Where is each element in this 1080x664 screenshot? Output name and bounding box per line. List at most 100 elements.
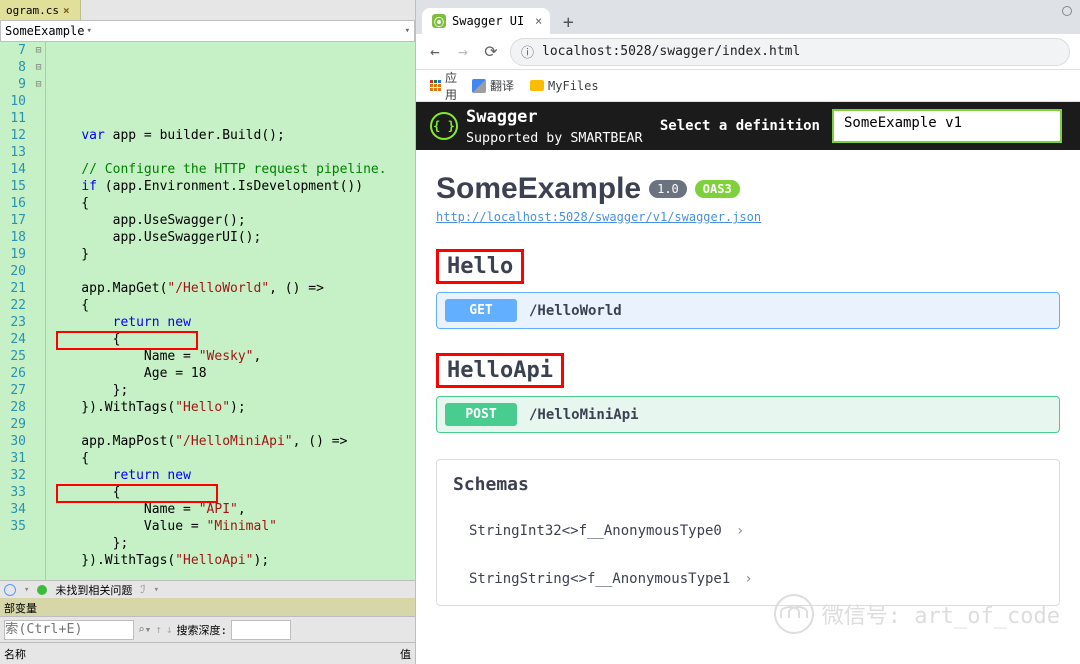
swagger-body: SomeExample 1.0 OAS3 http://localhost:50… xyxy=(416,150,1080,664)
bookmark-myfiles[interactable]: MyFiles xyxy=(530,79,599,93)
dropdown-arrow-icon[interactable]: ▾ xyxy=(154,585,159,595)
code-line[interactable]: return new xyxy=(50,467,415,484)
vs-depth-input[interactable] xyxy=(231,620,291,640)
line-number: 13 xyxy=(0,144,26,161)
code-line[interactable]: if (app.Environment.IsDevelopment()) xyxy=(50,178,415,195)
line-number: 24 xyxy=(0,331,26,348)
browser-tab[interactable]: ⦿ Swagger UI × xyxy=(422,8,550,34)
line-number: 8 xyxy=(0,59,26,76)
schemas-section[interactable]: Schemas StringInt32<>f__AnonymousType0 ›… xyxy=(436,459,1060,606)
chevron-down-icon[interactable]: ▾ xyxy=(405,26,410,36)
browser-tabstrip: ⦿ Swagger UI × + xyxy=(416,0,1080,34)
line-number: 25 xyxy=(0,348,26,365)
nav-back-button[interactable]: ← xyxy=(426,43,444,61)
code-line[interactable]: return new xyxy=(50,314,415,331)
line-number: 10 xyxy=(0,93,26,110)
close-tab-icon[interactable]: × xyxy=(63,4,70,17)
swagger-topbar: { } Swagger Supported by SMARTBEAR Selec… xyxy=(416,102,1080,150)
tag-heading[interactable]: HelloApi xyxy=(436,353,1060,388)
code-line[interactable]: }).WithTags("HelloApi"); xyxy=(50,552,415,569)
swagger-brackets-icon: { } xyxy=(430,112,458,140)
brush-icon[interactable]: ℐ xyxy=(140,583,145,596)
vs-breadcrumb-bar: SomeExample ▾ ▾ xyxy=(0,20,415,42)
code-line[interactable]: app.UseSwaggerUI(); xyxy=(50,229,415,246)
line-number: 34 xyxy=(0,501,26,518)
code-line[interactable]: app.MapPost("/HelloMiniApi", () => xyxy=(50,433,415,450)
schemas-heading: Schemas xyxy=(453,474,1043,495)
code-line[interactable] xyxy=(50,144,415,161)
chevron-right-icon: › xyxy=(744,571,752,587)
code-line[interactable] xyxy=(50,416,415,433)
line-number: 18 xyxy=(0,229,26,246)
vs-col-value[interactable]: 值 xyxy=(400,646,411,662)
code-line[interactable]: var app = builder.Build(); xyxy=(50,127,415,144)
fold-toggle[interactable]: ⊟ xyxy=(32,76,45,93)
url-text: localhost:5028/swagger/index.html xyxy=(542,44,800,59)
line-number: 12 xyxy=(0,127,26,144)
definition-select[interactable]: SomeExample v1 xyxy=(832,109,1062,143)
line-number: 11 xyxy=(0,110,26,127)
vs-breadcrumb[interactable]: SomeExample xyxy=(5,24,84,38)
code-line[interactable]: { xyxy=(50,331,415,348)
code-line[interactable]: }; xyxy=(50,535,415,552)
schema-item[interactable]: StringInt32<>f__AnonymousType0 › xyxy=(453,507,1043,555)
code-line[interactable]: { xyxy=(50,195,415,212)
line-number: 20 xyxy=(0,263,26,280)
code-line[interactable]: Name = "Wesky", xyxy=(50,348,415,365)
vs-locals-header[interactable]: 部变量 xyxy=(0,598,415,616)
vs-col-name[interactable]: 名称 xyxy=(4,646,26,662)
code-line[interactable]: }).WithTags("Hello"); xyxy=(50,399,415,416)
code-line[interactable]: { xyxy=(50,450,415,467)
fold-toggle[interactable]: ⊟ xyxy=(32,59,45,76)
window-controls xyxy=(1062,6,1072,16)
chevron-down-icon[interactable]: ▾ xyxy=(86,26,91,36)
code-line[interactable]: Age = 18 xyxy=(50,365,415,382)
line-number: 21 xyxy=(0,280,26,297)
arrow-up-icon[interactable]: ↑ xyxy=(155,623,162,636)
nav-forward-button[interactable]: → xyxy=(454,43,472,61)
http-method-badge: POST xyxy=(445,403,517,426)
dropdown-arrow-icon[interactable]: ▾ xyxy=(24,585,29,595)
search-dropdown-icon[interactable]: ⌕▾ xyxy=(138,623,151,636)
operation-row[interactable]: POST /HelloMiniApi xyxy=(436,396,1060,433)
schema-name: StringInt32<>f__AnonymousType0 xyxy=(469,523,722,539)
code-line[interactable]: app.MapGet("/HelloWorld", () => xyxy=(50,280,415,297)
code-line[interactable]: app.UseSwagger(); xyxy=(50,212,415,229)
tag-heading[interactable]: Hello xyxy=(436,249,1060,284)
line-number: 9 xyxy=(0,76,26,93)
vs-search-input[interactable] xyxy=(4,620,134,640)
code-line[interactable]: Value = "Minimal" xyxy=(50,518,415,535)
address-bar[interactable]: ⓘ localhost:5028/swagger/index.html xyxy=(510,38,1070,66)
apps-button[interactable]: 应用 xyxy=(430,69,456,103)
operation-row[interactable]: GET /HelloWorld xyxy=(436,292,1060,329)
code-line[interactable]: { xyxy=(50,484,415,501)
code-line[interactable] xyxy=(50,263,415,280)
bookmark-translate[interactable]: 翻译 xyxy=(472,77,514,94)
fold-toggle[interactable]: ⊟ xyxy=(32,42,45,59)
site-info-icon[interactable]: ⓘ xyxy=(521,42,534,61)
new-tab-button[interactable]: + xyxy=(556,10,580,34)
vs-active-tab[interactable]: ogram.cs × xyxy=(0,0,81,20)
code-line[interactable] xyxy=(50,110,415,127)
code-line[interactable]: Name = "API", xyxy=(50,501,415,518)
info-circle-icon[interactable] xyxy=(4,584,16,596)
schema-item[interactable]: StringString<>f__AnonymousType1 › xyxy=(453,555,1043,603)
line-number: 22 xyxy=(0,297,26,314)
code-line[interactable]: // Configure the HTTP request pipeline. xyxy=(50,161,415,178)
folder-icon xyxy=(530,80,544,91)
swagger-json-link[interactable]: http://localhost:5028/swagger/v1/swagger… xyxy=(436,210,761,224)
code-editor[interactable]: 7891011121314151617181920212223242526272… xyxy=(0,42,415,580)
close-tab-icon[interactable]: × xyxy=(535,14,542,28)
code-line[interactable]: }; xyxy=(50,382,415,399)
code-line[interactable]: } xyxy=(50,246,415,263)
code-line[interactable] xyxy=(50,569,415,580)
swagger-logo: { } Swagger Supported by SMARTBEAR xyxy=(430,107,643,146)
line-number: 23 xyxy=(0,314,26,331)
line-number: 14 xyxy=(0,161,26,178)
reload-button[interactable]: ⟳ xyxy=(482,43,500,61)
minimize-icon[interactable] xyxy=(1062,6,1072,16)
code-line[interactable]: { xyxy=(50,297,415,314)
vs-locals-search-bar: ⌕▾ ↑ ↓ 搜索深度: xyxy=(0,616,415,642)
arrow-down-icon[interactable]: ↓ xyxy=(166,623,173,636)
visual-studio-editor: ogram.cs × SomeExample ▾ ▾ 7891011121314… xyxy=(0,0,415,664)
